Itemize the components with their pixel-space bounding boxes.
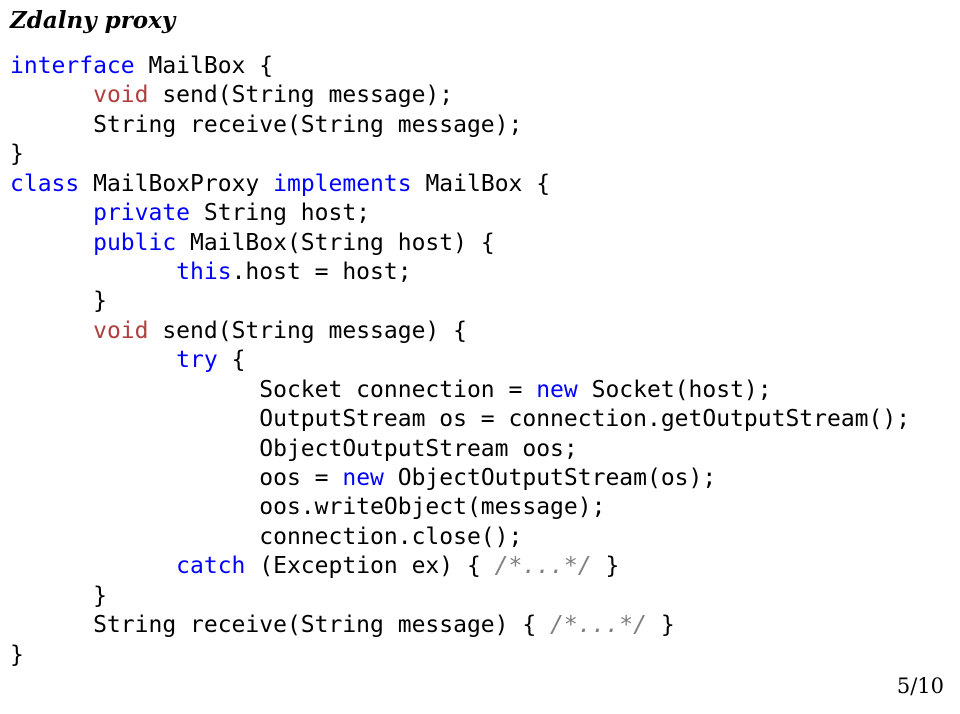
kw-catch: catch [176, 553, 245, 579]
code-text: MailBox(String host) { [176, 230, 495, 256]
code-text: (Exception ex) { [245, 553, 494, 579]
code-text: } [10, 642, 24, 668]
kw-new: new [342, 465, 384, 491]
code-text: OutputStream os = connection.getOutputSt… [10, 406, 910, 432]
code-text: String host; [190, 200, 370, 226]
code-text: .host = host; [232, 259, 412, 285]
code-text: } [10, 583, 107, 609]
code-text: oos.writeObject(message); [10, 494, 605, 520]
code-text: } [647, 612, 675, 638]
kw-void: void [93, 82, 148, 108]
code-text: Socket(host); [578, 377, 772, 403]
code-text: oos = [10, 465, 342, 491]
code-text [10, 318, 93, 344]
code-text [10, 347, 176, 373]
code-text: ObjectOutputStream(os); [384, 465, 716, 491]
code-text: String receive(String message); [10, 112, 522, 138]
code-block: interface MailBox { void send(String mes… [10, 52, 950, 670]
code-text: } [10, 141, 24, 167]
code-text [10, 82, 93, 108]
code-text: MailBox { [135, 53, 273, 79]
code-text: } [10, 288, 107, 314]
page-title: Zdalny proxy [10, 6, 950, 36]
kw-interface: interface [10, 53, 135, 79]
code-text [10, 259, 176, 285]
code-text: MailBoxProxy [79, 171, 273, 197]
code-text: Socket connection = [10, 377, 536, 403]
code-text: ObjectOutputStream oos; [10, 436, 578, 462]
code-text: send(String message); [148, 82, 453, 108]
code-text: send(String message) { [148, 318, 467, 344]
kw-new: new [536, 377, 578, 403]
page-number: 5/10 [897, 673, 944, 700]
code-text: { [218, 347, 246, 373]
comment: /*...*/ [495, 553, 592, 579]
comment: /*...*/ [550, 612, 647, 638]
code-text: connection.close(); [10, 524, 522, 550]
kw-public: public [93, 230, 176, 256]
code-text: } [592, 553, 620, 579]
code-text: MailBox { [412, 171, 550, 197]
code-text [10, 553, 176, 579]
kw-void: void [93, 318, 148, 344]
code-text [10, 200, 93, 226]
kw-implements: implements [273, 171, 411, 197]
code-text: String receive(String message) { [10, 612, 550, 638]
code-text [10, 230, 93, 256]
kw-private: private [93, 200, 190, 226]
kw-class: class [10, 171, 79, 197]
kw-this: this [176, 259, 231, 285]
kw-try: try [176, 347, 218, 373]
